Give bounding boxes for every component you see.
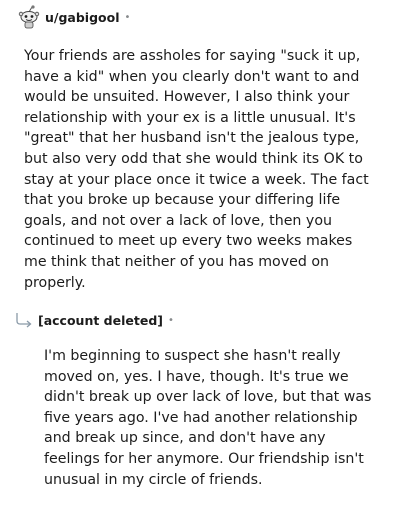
snoo-avatar-icon[interactable]	[18, 5, 40, 29]
header-separator-dot: •	[124, 11, 131, 23]
reply-username: [account deleted]	[38, 312, 163, 328]
comment-username[interactable]: u/gabigool	[45, 10, 120, 25]
comment-header: u/gabigool •	[18, 4, 130, 30]
reply-arrow-icon	[14, 312, 34, 328]
comment-body: Your friends are assholes for saying "su…	[24, 48, 369, 291]
reply-body: I'm beginning to suspect she hasn't real…	[44, 348, 372, 488]
reply-header: [account deleted] •	[14, 310, 174, 330]
reply-separator-dot: •	[167, 314, 174, 326]
